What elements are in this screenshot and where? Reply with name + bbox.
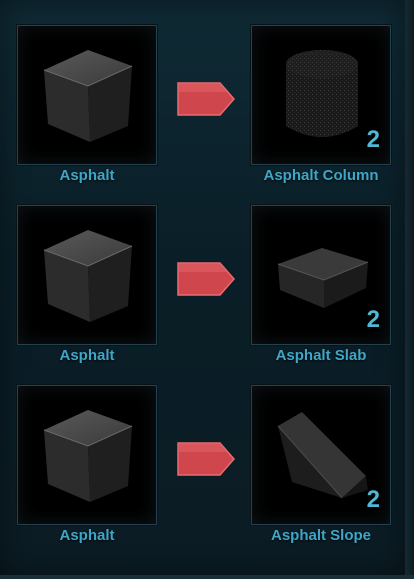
asphalt-cube-icon bbox=[43, 230, 133, 322]
output-label: Asphalt Slope bbox=[270, 527, 371, 544]
output-count: 2 bbox=[366, 126, 380, 153]
asphalt-cube-icon bbox=[43, 50, 133, 142]
input-slot[interactable] bbox=[17, 205, 157, 345]
input-slot[interactable] bbox=[17, 25, 157, 165]
output-label: Asphalt Slab bbox=[275, 347, 367, 364]
output-count: 2 bbox=[366, 306, 380, 333]
input-label: Asphalt bbox=[59, 527, 115, 544]
recipe-row: 2 Asphalt Asphalt Slope bbox=[0, 385, 405, 555]
recipe-row: 2 Asphalt Asphalt Slab bbox=[0, 205, 405, 375]
arrow-right-icon bbox=[177, 262, 235, 296]
input-label: Asphalt bbox=[59, 347, 115, 364]
panel-edge bbox=[405, 0, 414, 579]
output-slot[interactable]: 2 bbox=[251, 385, 391, 525]
input-slot[interactable] bbox=[17, 385, 157, 525]
arrow-right-icon bbox=[177, 442, 235, 476]
output-slot[interactable]: 2 bbox=[251, 205, 391, 345]
output-count: 2 bbox=[366, 486, 380, 513]
panel-bottom-edge bbox=[0, 575, 414, 579]
arrow-right-icon bbox=[177, 82, 235, 116]
output-label: Asphalt Column bbox=[263, 167, 379, 184]
input-label: Asphalt bbox=[59, 167, 115, 184]
recipe-row: 2 Asphalt Asphalt Column bbox=[0, 25, 405, 195]
asphalt-cube-icon bbox=[43, 410, 133, 502]
output-slot[interactable]: 2 bbox=[251, 25, 391, 165]
crafting-recipes-panel: 2 Asphalt Asphalt Column 2 Asphalt Aspha… bbox=[0, 0, 406, 575]
